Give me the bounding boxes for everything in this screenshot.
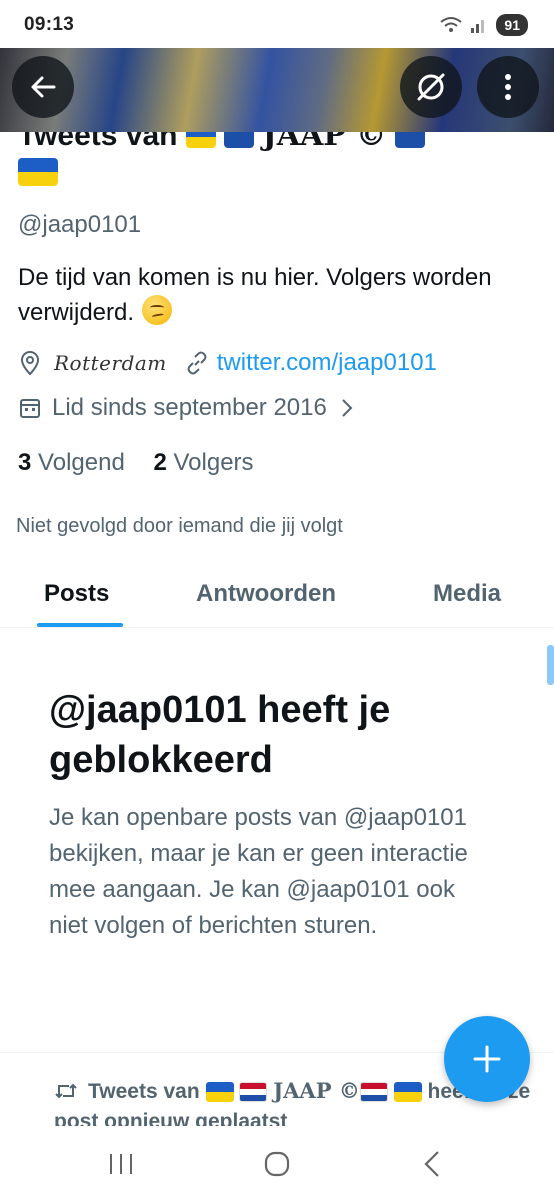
back-arrow-icon <box>31 76 56 98</box>
profile-link[interactable]: twitter.com/jaap0101 <box>217 349 437 377</box>
home-icon <box>264 1151 290 1177</box>
profile-meta-location: Rotterdam twitter.com/jaap0101 <box>18 349 437 377</box>
followers-link[interactable]: 2 Volgers <box>153 449 253 476</box>
retweet-prefix: Tweets van <box>88 1080 200 1103</box>
ukraine-flag-icon <box>205 1082 234 1103</box>
system-back-button[interactable] <box>412 1144 452 1184</box>
ukraine-flag-icon <box>393 1082 422 1103</box>
status-icons: 91 <box>440 14 528 36</box>
followers-count: 2 <box>153 449 167 476</box>
ukraine-flag-icon <box>18 158 58 186</box>
netherlands-flag-icon <box>359 1082 388 1103</box>
grok-button[interactable] <box>400 56 462 118</box>
tab-media[interactable]: Media <box>433 580 501 608</box>
back-button[interactable] <box>12 56 74 118</box>
chevron-right-icon <box>342 399 353 417</box>
crossed-circle-icon <box>417 73 445 101</box>
profile-bio: De tijd van komen is nu hier. Volgers wo… <box>18 260 538 330</box>
profile-tabs: Posts Antwoorden Media <box>0 570 554 628</box>
plus-icon <box>473 1045 501 1073</box>
profile-banner <box>0 44 554 132</box>
more-vertical-icon <box>505 74 511 100</box>
home-button[interactable] <box>257 1144 297 1184</box>
profile-location: Rotterdam <box>54 351 167 375</box>
status-bar: 09:13 91 <box>0 0 554 48</box>
more-options-button[interactable] <box>477 56 539 118</box>
location-pin-icon <box>20 350 40 376</box>
bio-text: De tijd van komen is nu hier. Volgers wo… <box>18 264 492 326</box>
netherlands-flag-icon <box>239 1082 268 1103</box>
blocked-description: Je kan openbare posts van @jaap0101 beki… <box>49 804 468 939</box>
not-followed-notice: Niet gevolgd door iemand die jij volgt <box>16 515 343 537</box>
tab-posts[interactable]: Posts <box>44 580 109 608</box>
link-icon <box>187 351 207 375</box>
following-link[interactable]: 3 Volgend <box>18 449 125 476</box>
profile-handle: @jaap0101 <box>18 211 142 238</box>
status-time: 09:13 <box>24 14 75 35</box>
tab-answers[interactable]: Antwoorden <box>196 580 336 608</box>
followers-label: Volgers <box>173 449 254 476</box>
battery-indicator: 91 <box>496 14 528 36</box>
woozy-face-icon <box>142 295 173 325</box>
signal-icon <box>471 20 485 33</box>
compose-button[interactable] <box>444 1016 530 1102</box>
retweet-icon <box>55 1083 77 1099</box>
recent-apps-icon <box>110 1154 132 1174</box>
profile-joined: Lid sinds september 2016 <box>52 394 327 421</box>
following-label: Volgend <box>38 449 125 476</box>
active-tab-indicator <box>37 623 123 627</box>
system-navigation-bar <box>0 1126 554 1200</box>
following-count: 3 <box>18 449 32 476</box>
name-flag-row <box>18 158 58 186</box>
profile-meta-joined[interactable]: Lid sinds september 2016 <box>18 394 353 422</box>
retweet-name: JAAP © <box>273 1078 360 1103</box>
wifi-icon <box>440 17 463 32</box>
blocked-title: @jaap0101 heeft je geblokkeerd <box>49 689 391 781</box>
calendar-icon <box>20 399 40 418</box>
chevron-left-icon <box>424 1151 439 1177</box>
follow-stats: 3 Volgend 2 Volgers <box>18 449 276 477</box>
recent-apps-button[interactable] <box>101 1144 141 1184</box>
scrollbar-thumb[interactable] <box>547 645 554 685</box>
